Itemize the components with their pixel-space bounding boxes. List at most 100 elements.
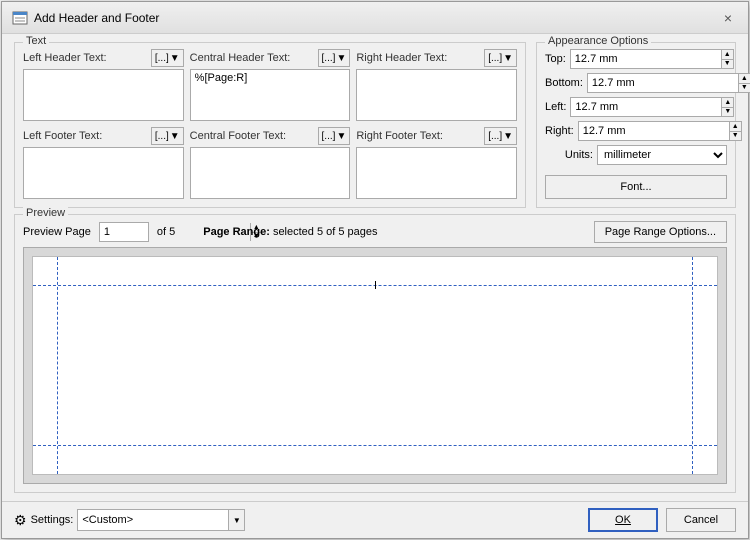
bottom-right-buttons: OK Cancel: [588, 508, 736, 532]
top-spin-up[interactable]: ▲: [722, 50, 733, 60]
right-footer-insert-btn[interactable]: [...] ▼: [484, 127, 517, 145]
central-footer-label-row: Central Footer Text: [...] ▼: [190, 127, 351, 145]
left-header-input[interactable]: [23, 69, 184, 121]
left-margin-dashed-line: [57, 257, 58, 474]
central-header-input[interactable]: %[Page:R]: [190, 69, 351, 121]
page-range-label: Page Range:: [203, 226, 270, 238]
units-select[interactable]: millimeter inch point: [597, 145, 727, 165]
left-label: Left:: [545, 101, 566, 113]
bottom-input[interactable]: [588, 74, 738, 92]
page-range-value: selected 5 of 5 pages: [273, 226, 378, 238]
left-input-wrap: ▲ ▼: [570, 97, 734, 117]
left-footer-input[interactable]: [23, 147, 184, 199]
central-footer-input[interactable]: [190, 147, 351, 199]
preview-page-input-wrap: ▲ ▼: [99, 222, 149, 242]
left-footer-insert-btn[interactable]: [...] ▼: [151, 127, 184, 145]
central-header-label: Central Header Text:: [190, 52, 291, 64]
top-input-wrap: ▲ ▼: [570, 49, 734, 69]
top-spin-down[interactable]: ▼: [722, 60, 733, 69]
right-header-label-row: Right Header Text: [...] ▼: [356, 49, 517, 67]
left-header-group: Left Header Text: [...] ▼: [23, 49, 184, 121]
bottom-spin: ▲ ▼: [738, 74, 750, 92]
left-spin-down[interactable]: ▼: [722, 108, 733, 117]
right-footer-input[interactable]: [356, 147, 517, 199]
ok-button[interactable]: OK: [588, 508, 658, 532]
left-spin: ▲ ▼: [721, 98, 733, 116]
right-margin-dashed-line: [692, 257, 693, 474]
right-footer-label-row: Right Footer Text: [...] ▼: [356, 127, 517, 145]
settings-icon: ⚙: [14, 512, 27, 529]
dialog-content: Text Left Header Text: [...] ▼: [2, 34, 748, 501]
left-footer-label: Left Footer Text:: [23, 130, 102, 142]
left-footer-group: Left Footer Text: [...] ▼: [23, 127, 184, 199]
left-header-insert-btn[interactable]: [...] ▼: [151, 49, 184, 67]
left-spin-up[interactable]: ▲: [722, 98, 733, 108]
bottom-spin-down[interactable]: ▼: [739, 84, 750, 93]
top-section: Text Left Header Text: [...] ▼: [14, 42, 736, 208]
bottom-label: Bottom:: [545, 77, 583, 89]
font-button[interactable]: Font...: [545, 175, 727, 199]
left-header-label-row: Left Header Text: [...] ▼: [23, 49, 184, 67]
preview-page-label: Preview Page: [23, 226, 91, 238]
add-header-footer-dialog: Add Header and Footer × Text Left Header…: [1, 1, 749, 539]
central-header-label-row: Central Header Text: [...] ▼: [190, 49, 351, 67]
ok-label: OK: [615, 514, 631, 526]
right-margin-row: Right: ▲ ▼: [545, 121, 727, 141]
central-footer-insert-btn[interactable]: [...] ▼: [318, 127, 351, 145]
settings-left: ⚙ Settings: ▼: [14, 509, 245, 531]
top-spin: ▲ ▼: [721, 50, 733, 68]
top-label: Top:: [545, 53, 566, 65]
bottom-bar: ⚙ Settings: ▼ OK Cancel: [2, 501, 748, 538]
dialog-icon: [12, 10, 28, 26]
right-footer-group: Right Footer Text: [...] ▼: [356, 127, 517, 199]
central-footer-group: Central Footer Text: [...] ▼: [190, 127, 351, 199]
right-header-insert-btn[interactable]: [...] ▼: [484, 49, 517, 67]
header-fields-row: Left Header Text: [...] ▼ Central Header…: [23, 49, 517, 121]
appearance-section: Appearance Options Top: ▲ ▼ Bot: [536, 42, 736, 208]
settings-label: Settings:: [31, 514, 74, 526]
dialog-title: Add Header and Footer: [34, 11, 159, 25]
bottom-input-wrap: ▲ ▼: [587, 73, 750, 93]
left-footer-label-row: Left Footer Text: [...] ▼: [23, 127, 184, 145]
title-bar: Add Header and Footer ×: [2, 2, 748, 34]
bottom-spin-up[interactable]: ▲: [739, 74, 750, 84]
footer-fields-row: Left Footer Text: [...] ▼ Central Footer…: [23, 127, 517, 199]
preview-canvas: [23, 247, 727, 484]
left-input[interactable]: [571, 98, 721, 116]
units-row: Units: millimeter inch point: [545, 145, 727, 165]
right-label: Right:: [545, 125, 574, 137]
text-section-label: Text: [23, 35, 49, 47]
right-footer-label: Right Footer Text:: [356, 130, 443, 142]
central-header-insert-btn[interactable]: [...] ▼: [318, 49, 351, 67]
text-fields-group: Left Header Text: [...] ▼ Central Header…: [23, 49, 517, 199]
appearance-label: Appearance Options: [545, 35, 651, 47]
left-margin-row: Left: ▲ ▼: [545, 97, 727, 117]
right-input-wrap: ▲ ▼: [578, 121, 742, 141]
right-header-group: Right Header Text: [...] ▼: [356, 49, 517, 121]
right-input[interactable]: [579, 122, 729, 140]
page-range-options-button[interactable]: Page Range Options...: [594, 221, 727, 243]
preview-label: Preview: [23, 207, 68, 219]
preview-of-text: of 5: [157, 226, 175, 238]
right-spin-down[interactable]: ▼: [730, 132, 741, 141]
appearance-grid: Top: ▲ ▼ Bottom:: [545, 49, 727, 199]
preview-section: Preview Preview Page ▲ ▼ of 5 Page Range…: [14, 214, 736, 493]
central-header-group: Central Header Text: [...] ▼ %[Page:R]: [190, 49, 351, 121]
close-button[interactable]: ×: [718, 8, 738, 28]
right-header-label: Right Header Text:: [356, 52, 447, 64]
footer-dashed-line: [33, 445, 717, 446]
right-spin: ▲ ▼: [729, 122, 741, 140]
settings-dropdown: ▼: [77, 509, 245, 531]
top-input[interactable]: [571, 50, 721, 68]
top-margin-row: Top: ▲ ▼: [545, 49, 727, 69]
cancel-button[interactable]: Cancel: [666, 508, 736, 532]
right-spin-up[interactable]: ▲: [730, 122, 741, 132]
page-range-text: Page Range: selected 5 of 5 pages: [203, 226, 585, 238]
text-section: Text Left Header Text: [...] ▼: [14, 42, 526, 208]
settings-dropdown-arrow[interactable]: ▼: [228, 510, 244, 530]
central-footer-label: Central Footer Text:: [190, 130, 286, 142]
settings-input[interactable]: [78, 514, 228, 526]
units-label: Units:: [545, 149, 593, 161]
right-header-input[interactable]: [356, 69, 517, 121]
text-cursor: [375, 281, 376, 289]
